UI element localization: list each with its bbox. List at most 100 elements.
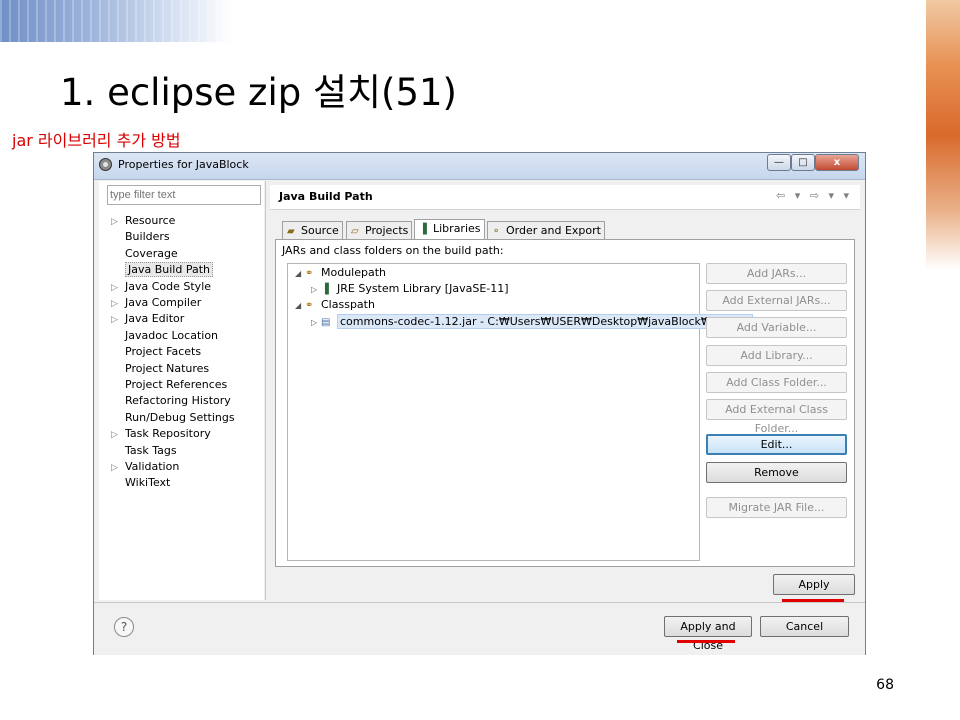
nav-item-label: Java Editor <box>125 312 185 326</box>
apply-and-close-annotation-underline <box>677 640 735 643</box>
help-icon[interactable]: ? <box>114 617 134 637</box>
header-decoration-lines <box>0 0 232 42</box>
filter-input[interactable] <box>107 185 261 205</box>
add-class-folder-button[interactable]: Add Class Folder... <box>706 372 847 393</box>
slide-subtitle: jar 라이브러리 추가 방법 <box>12 131 181 150</box>
apply-button[interactable]: Apply <box>773 574 855 595</box>
nav-item[interactable]: Javadoc Location <box>111 328 218 344</box>
tree-item-jre-library[interactable]: ▷ ▐ JRE System Library [JavaSE-11] <box>311 281 509 297</box>
expand-icon[interactable]: ▷ <box>111 427 125 443</box>
nav-item-label: Validation <box>125 460 180 473</box>
expand-icon[interactable]: ▷ <box>311 315 321 331</box>
jar-icon: ▤ <box>321 317 331 328</box>
edit-button[interactable]: Edit... <box>706 434 847 455</box>
tree-item-label: Modulepath <box>321 266 387 279</box>
nav-item[interactable]: ▷ Java Compiler <box>111 295 201 311</box>
remove-button[interactable]: Remove <box>706 462 847 483</box>
nav-item[interactable]: ▷ Validation <box>111 459 179 475</box>
tab-source[interactable]: ▰ Source <box>282 221 343 239</box>
tree-item-label: Classpath <box>321 298 375 311</box>
tab-label: Order and Export <box>506 224 601 237</box>
nav-item[interactable]: Builders <box>111 229 170 245</box>
nav-item[interactable]: Coverage <box>111 246 178 262</box>
add-library-button[interactable]: Add Library... <box>706 345 847 366</box>
nav-item-label: Coverage <box>125 246 178 260</box>
tab-label: Source <box>301 224 339 237</box>
nav-item[interactable]: ▷ Java Code Style <box>111 279 211 295</box>
page-number: 68 <box>876 677 894 693</box>
migrate-jar-button[interactable]: Migrate JAR File... <box>706 497 847 518</box>
maximize-button[interactable]: □ <box>791 154 815 171</box>
library-icon: ▐ <box>321 284 329 295</box>
expand-icon[interactable]: ▷ <box>111 460 125 476</box>
libraries-icon: ▐ <box>419 224 427 235</box>
nav-item[interactable]: WikiText <box>111 475 170 491</box>
tree-item-modulepath[interactable]: ◢ ⚭ Modulepath <box>295 265 386 281</box>
nav-item-label: Java Code Style <box>125 279 212 293</box>
tab-libraries[interactable]: ▐ Libraries <box>414 219 485 240</box>
nav-item[interactable]: Project Facets <box>111 344 201 360</box>
expand-icon[interactable]: ▷ <box>111 296 125 312</box>
nav-item[interactable]: Project References <box>111 377 227 393</box>
tree-item-commons-codec-jar[interactable]: ▷ ▤ commons-codec-1.12.jar - C:₩Users₩USER… <box>311 314 754 331</box>
tab-order-and-export[interactable]: ⚬ Order and Export <box>487 221 605 239</box>
nav-item[interactable]: Task Tags <box>111 443 177 459</box>
nav-item-label: Java Compiler <box>125 296 202 309</box>
panel-divider <box>265 181 266 600</box>
add-jars-button[interactable]: Add JARs... <box>706 263 847 284</box>
nav-item[interactable]: ▷ Task Repository <box>111 426 211 442</box>
header-decoration <box>0 0 232 42</box>
classpath-tree[interactable]: ◢ ⚭ Modulepath ▷ ▐ JRE System Library [JavaS… <box>287 263 754 561</box>
window-title: Properties for JavaBlock <box>118 158 249 171</box>
expand-icon[interactable]: ▷ <box>111 214 125 230</box>
nav-item-label: Resource <box>125 214 176 227</box>
side-decoration <box>926 0 960 270</box>
cancel-button[interactable]: Cancel <box>760 616 849 637</box>
nav-item[interactable]: Java Build Path <box>111 262 214 278</box>
collapse-icon[interactable]: ◢ <box>295 298 305 314</box>
add-external-class-folder-button[interactable]: Add External Class Folder... <box>706 399 847 435</box>
nav-item-label: WikiText <box>125 476 171 490</box>
tree-item-classpath[interactable]: ◢ ⚭ Classpath <box>295 297 375 313</box>
collapse-icon[interactable]: ◢ <box>295 266 305 282</box>
add-variable-button[interactable]: Add Variable... <box>706 317 847 338</box>
nav-item-label: Run/Debug Settings <box>125 410 235 424</box>
slide-title: 1. eclipse zip 설치(51) <box>60 71 457 114</box>
nav-item-label: Project Facets <box>125 345 202 359</box>
tab-label: Projects <box>365 224 409 237</box>
classpath-icon: ⚭ <box>305 300 314 311</box>
tab-projects[interactable]: ▱ Projects <box>346 221 413 239</box>
nav-item[interactable]: Refactoring History <box>111 393 231 409</box>
nav-item[interactable]: Run/Debug Settings <box>111 410 235 426</box>
nav-item[interactable]: ▷ Java Editor <box>111 311 184 327</box>
nav-item-label: Task Tags <box>125 443 177 457</box>
history-nav-icon[interactable]: ⇦ ▾ ⇨ ▾ ▾ <box>776 189 852 202</box>
page-header: Java Build Path ⇦ ▾ ⇨ ▾ ▾ <box>270 185 860 210</box>
nav-item-label: Task Repository <box>125 427 211 441</box>
app-icon <box>99 158 112 171</box>
nav-item-label: Refactoring History <box>125 394 231 408</box>
build-path-label: JARs and class folders on the build path… <box>282 244 504 257</box>
tab-label: Libraries <box>433 222 481 235</box>
expand-icon[interactable]: ▷ <box>311 282 321 298</box>
nav-item-label: Builders <box>125 230 170 244</box>
nav-item[interactable]: Project Natures <box>111 361 209 377</box>
nav-item-label: Project Natures <box>125 361 210 375</box>
dialog-footer: ? Apply and Close Cancel <box>94 602 865 655</box>
tree-item-label: commons-codec-1.12.jar - C:₩Users₩USER₩D… <box>337 314 754 329</box>
nav-item-label: Javadoc Location <box>125 328 219 342</box>
page-title: Java Build Path <box>279 190 373 203</box>
properties-dialog: Properties for JavaBlock — □ x ▷Resource… <box>93 152 866 655</box>
expand-icon[interactable]: ▷ <box>111 312 125 328</box>
nav-item[interactable]: ▷ Resource <box>111 213 175 229</box>
nav-item-label: Project References <box>125 378 228 391</box>
tree-item-label: JRE System Library [JavaSE-11] <box>337 282 509 295</box>
nav-item-label: Java Build Path <box>125 262 214 278</box>
close-button[interactable]: x <box>815 154 859 171</box>
apply-and-close-button[interactable]: Apply and Close <box>664 616 752 652</box>
title-bar[interactable]: Properties for JavaBlock — □ x <box>94 153 865 180</box>
add-external-jars-button[interactable]: Add External JARs... <box>706 290 847 311</box>
modulepath-icon: ⚭ <box>305 268 314 279</box>
expand-icon[interactable]: ▷ <box>111 280 125 296</box>
minimize-button[interactable]: — <box>767 154 791 171</box>
